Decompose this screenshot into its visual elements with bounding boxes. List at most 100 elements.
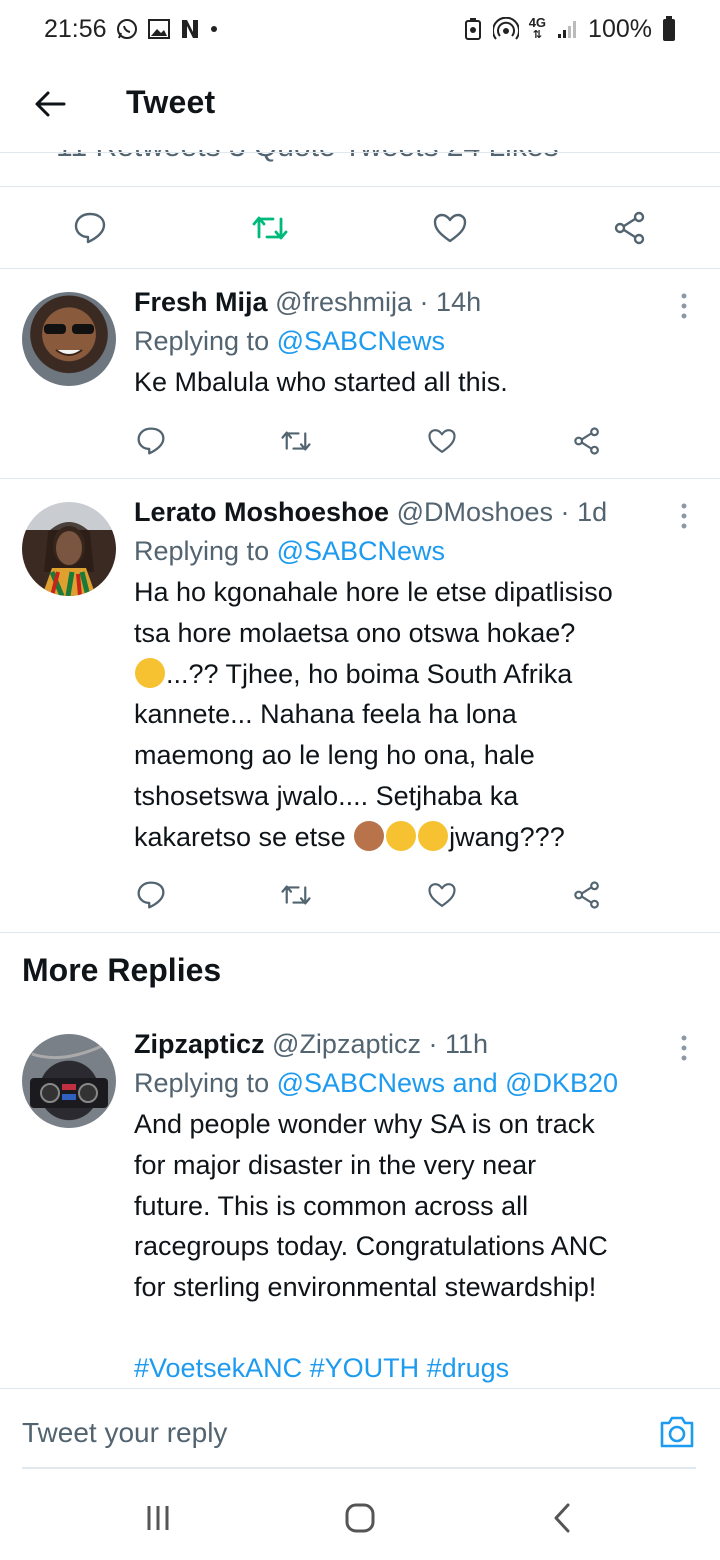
- replying-to: Replying to @SABCNews: [134, 320, 680, 362]
- reply-button[interactable]: [134, 878, 168, 912]
- retweet-icon: [281, 885, 311, 905]
- author-handle[interactable]: @DMoshoes: [397, 497, 553, 527]
- back-chevron-icon: [554, 1503, 570, 1533]
- heart-icon: [428, 883, 456, 907]
- author-name[interactable]: Lerato Moshoeshoe: [134, 497, 389, 527]
- recent-apps-button[interactable]: [138, 1500, 178, 1536]
- system-nav-bar: [0, 1470, 720, 1560]
- hotspot-icon: [492, 17, 519, 41]
- like-button[interactable]: [425, 424, 459, 458]
- arrow-left-icon: [35, 91, 66, 117]
- tweet-counts: 11 Retweets 3 Quote Tweets 24 Likes: [0, 150, 720, 186]
- share-icon: [574, 427, 599, 455]
- home-icon: [345, 1503, 375, 1533]
- main-tweet-actions: [0, 188, 720, 268]
- tweet-text-segment: kakaretso se etse: [134, 821, 354, 852]
- replying-label: Replying to: [134, 536, 270, 566]
- tweet-text-line: maemong ao le leng ho ona, hale: [134, 740, 535, 771]
- tweet-text-line: kakaretso se etse jwang???: [134, 817, 680, 858]
- author-handle[interactable]: @freshmija: [275, 287, 412, 317]
- tweet-reply[interactable]: Lerato Moshoeshoe @DMoshoes · 1d Replyin…: [0, 478, 720, 932]
- reply-icon: [137, 427, 165, 455]
- tweet-text-line: And people wonder why SA is on track: [134, 1109, 595, 1139]
- reply-icon: [137, 881, 165, 909]
- like-button[interactable]: [425, 878, 459, 912]
- reply-underline: [22, 1467, 696, 1469]
- tweet-header: Fresh Mija @freshmija · 14h: [134, 284, 680, 320]
- notification-dot-icon: [209, 24, 219, 34]
- reply-button[interactable]: [134, 424, 168, 458]
- avatar[interactable]: [22, 1034, 116, 1128]
- mention-link[interactable]: @SABCNews: [277, 536, 445, 566]
- replying-label: Replying to: [134, 1068, 270, 1098]
- divider: [0, 186, 720, 187]
- tweet-text-segment: jwang???: [449, 821, 565, 852]
- more-options-icon[interactable]: [678, 502, 690, 532]
- netflix-n-icon: [179, 18, 201, 40]
- share-button[interactable]: [570, 878, 604, 912]
- thinking-face-emoji: [135, 657, 165, 688]
- tweet-reply[interactable]: Zipzapticz @Zipzapticz · 11h Replying to…: [0, 1010, 720, 1388]
- author-name[interactable]: Zipzapticz: [134, 1029, 265, 1059]
- tweet-time: 11h: [445, 1029, 489, 1059]
- share-icon: [574, 881, 599, 909]
- replying-to: Replying to @SABCNews and @DKB20: [134, 1062, 680, 1104]
- more-options-icon[interactable]: [678, 1034, 690, 1064]
- reply-button[interactable]: [70, 208, 110, 248]
- more-options-icon[interactable]: [678, 292, 690, 322]
- crying-face-emoji: [418, 820, 449, 851]
- signal-icon: [556, 18, 578, 40]
- reply-icon: [74, 212, 106, 244]
- back-nav-button[interactable]: [542, 1500, 582, 1536]
- status-bar: 21:56 4G ⇅ 100%: [0, 0, 720, 58]
- tweet-text-segment: ...?? Tjhee, ho boima South Afrika: [166, 658, 573, 689]
- divider: [0, 932, 720, 933]
- avatar-image: [44, 324, 94, 356]
- tweet-text-line: future. This is common across all: [134, 1190, 529, 1221]
- data-arrows-icon: ⇅: [532, 29, 542, 41]
- network-4g-icon: 4G ⇅: [529, 16, 546, 41]
- tweet-text-line: for sterling environmental stewardship!: [134, 1272, 597, 1303]
- replying-label: Replying to: [134, 326, 270, 356]
- back-button[interactable]: [30, 84, 70, 124]
- share-button[interactable]: [570, 424, 604, 458]
- retweet-button[interactable]: [279, 878, 313, 912]
- tweet-reply[interactable]: Fresh Mija @freshmija · 14h Replying to …: [0, 268, 720, 478]
- heart-icon: [433, 213, 467, 243]
- hashtags[interactable]: #VoetsekANC #YOUTH #drugs: [134, 1348, 680, 1388]
- mention-link[interactable]: @SABCNews and @DKB20: [277, 1068, 618, 1098]
- reply-composer: Tweet your reply: [0, 1388, 720, 1469]
- home-button[interactable]: [340, 1500, 380, 1536]
- retweet-icon: [281, 431, 311, 451]
- tweet-actions: [134, 424, 614, 464]
- see-no-evil-monkey-emoji: [354, 820, 385, 851]
- tweet-time: 14h: [436, 287, 482, 317]
- avatar[interactable]: [22, 502, 116, 596]
- tweet-text-line: tshosetswa jwalo.... Setjhaba ka: [134, 780, 519, 811]
- tweet-text-line: tsa hore molaetsa ono otswa hokae?: [134, 617, 576, 648]
- like-button[interactable]: [430, 208, 470, 248]
- tweet-text-line: ...?? Tjhee, ho boima South Afrika: [134, 654, 680, 695]
- whatsapp-icon: [115, 17, 139, 41]
- avatar-image: [30, 1044, 108, 1108]
- retweet-button[interactable]: [250, 208, 290, 248]
- battery-saver-icon: [463, 17, 483, 41]
- share-icon: [614, 211, 645, 245]
- avatar[interactable]: [22, 292, 116, 386]
- tweet-text: Ke Mbalula who started all this.: [134, 367, 508, 397]
- retweet-button[interactable]: [279, 424, 313, 458]
- reply-input[interactable]: Tweet your reply: [22, 1417, 227, 1449]
- separator-dot: ·: [419, 287, 429, 317]
- mention-link[interactable]: @SABCNews: [277, 326, 445, 356]
- battery-percent: 100%: [588, 14, 652, 43]
- tweet-time: 1d: [577, 497, 608, 527]
- status-time: 21:56: [44, 14, 107, 43]
- recent-apps-icon: [147, 1506, 169, 1530]
- author-handle[interactable]: @Zipzapticz: [272, 1029, 421, 1059]
- camera-button[interactable]: [658, 1415, 696, 1451]
- tweet-actions: [134, 878, 614, 918]
- separator-dot: ·: [428, 1029, 438, 1059]
- retweet-icon: [252, 216, 288, 240]
- author-name[interactable]: Fresh Mija: [134, 287, 268, 317]
- share-button[interactable]: [610, 208, 650, 248]
